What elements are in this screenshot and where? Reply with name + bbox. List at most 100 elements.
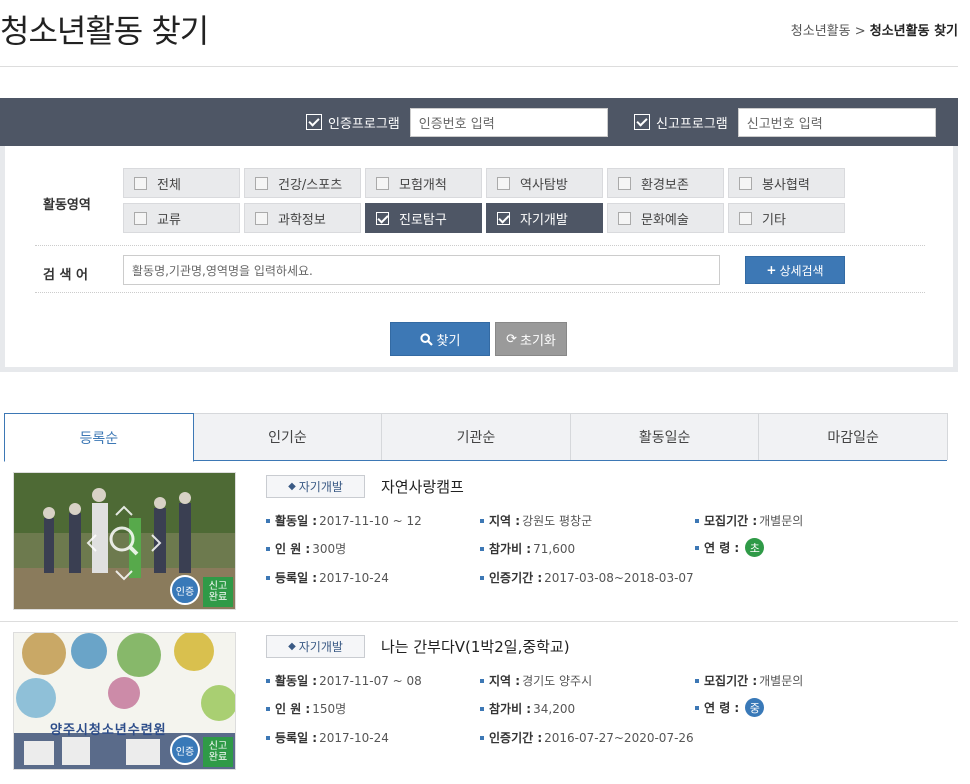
certified-badge: 인증 [170, 735, 200, 765]
age-group: 연 령 : 초 [695, 538, 765, 557]
area-chip-science[interactable]: 과학정보 [244, 203, 361, 233]
chip-label: 기타 [762, 212, 786, 228]
bullet-icon [480, 735, 484, 740]
info-key: 참가비 : [489, 702, 532, 716]
info-value: 개별문의 [759, 514, 804, 528]
info-key: 연 령 : [704, 541, 740, 555]
area-chip-exchange[interactable]: 교류 [123, 203, 240, 233]
bullet-icon [695, 518, 699, 523]
area-chip-etc[interactable]: 기타 [728, 203, 845, 233]
bullet-icon [266, 678, 270, 683]
breadcrumb-parent[interactable]: 청소년활동 > [791, 24, 866, 39]
divider [35, 292, 925, 293]
info-key: 인 원 : [275, 542, 311, 556]
cert-number-input[interactable]: 인증번호 입력 [409, 107, 608, 137]
tab-deadline[interactable]: 마감일순 [758, 413, 948, 460]
bullet-icon [266, 518, 270, 523]
banner-text: 양주시청소년수련원 [50, 723, 167, 738]
category-tag[interactable]: ◆ 자기개발 [266, 635, 365, 658]
chip-label: 환경보존 [641, 177, 689, 193]
report-program-checkbox[interactable] [634, 114, 650, 130]
area-chip-self-development[interactable]: 자기개발 [486, 203, 603, 233]
area-chip-volunteer[interactable]: 봉사협력 [728, 168, 845, 198]
tag-icon: ◆ [288, 641, 296, 652]
activity-thumbnail[interactable]: 양주시청소년수련원 인증 신고 완료 [13, 632, 236, 770]
bullet-icon [695, 545, 699, 550]
tab-activity-date[interactable]: 활동일순 [569, 413, 760, 460]
chip-label: 과학정보 [278, 212, 326, 228]
chip-label: 모험개척 [399, 177, 447, 193]
category-tag[interactable]: ◆ 자기개발 [266, 475, 365, 498]
registered-date: 등록일 :2017-10-24 [266, 729, 389, 746]
area-chip-career[interactable]: 진로탐구 [365, 203, 482, 233]
bullet-icon [695, 705, 699, 710]
result-item: 양주시청소년수련원 인증 신고 완료 ◆ 자기개발 나는 간부다Ⅴ(1박2일,중… [0, 622, 958, 782]
search-icon [419, 332, 433, 346]
reset-button[interactable]: ⟳ 초기화 [495, 322, 567, 356]
capacity: 인 원 :150명 [266, 700, 346, 717]
recruit-period: 모집기간 : 개별문의 [695, 512, 803, 529]
report-number-input[interactable]: 신고번호 입력 [737, 107, 936, 137]
activity-thumbnail[interactable]: 인증 신고 완료 [13, 472, 236, 610]
checkbox-icon [376, 176, 389, 190]
refresh-icon: ⟳ [506, 331, 517, 347]
info-value: 71,600 [533, 541, 576, 556]
keyword-search-input[interactable]: 활동명,기관명,영역명을 입력하세요. [123, 255, 720, 285]
capacity: 인 원 :300명 [266, 540, 346, 557]
category-tag-label: 자기개발 [298, 640, 343, 654]
program-number-bar: 인증프로그램 인증번호 입력 신고프로그램 신고번호 입력 [0, 98, 958, 146]
cert-program-checkbox[interactable] [306, 114, 322, 130]
region: 지역 : 강원도 평창군 [480, 512, 592, 529]
info-key: 활동일 : [275, 514, 318, 528]
search-filter-panel: 활동영역 전체 건강/스포츠 모험개척 역사탐방 환경보존 봉사협력 교류 과학… [0, 146, 958, 372]
area-chip-culture-art[interactable]: 문화예술 [607, 203, 724, 233]
cert-period: 인증기간 :2016-07-27~2020-07-26 [480, 729, 694, 746]
info-value: 2017-11-10 ~ 12 [319, 513, 422, 528]
info-key: 지역 : [489, 674, 521, 688]
tab-organization[interactable]: 기관순 [381, 413, 571, 460]
divider [35, 245, 925, 246]
plus-icon: + [766, 263, 777, 277]
cert-program-group: 인증프로그램 인증번호 입력 [306, 98, 608, 146]
report-complete-badge: 신고 완료 [203, 737, 233, 767]
activity-title[interactable]: 나는 간부다Ⅴ(1박2일,중학교) [381, 636, 570, 657]
tab-registered[interactable]: 등록순 [4, 413, 194, 462]
checkbox-icon [255, 176, 268, 190]
info-key: 지역 : [489, 514, 521, 528]
checkbox-icon [134, 176, 147, 190]
area-chip-history[interactable]: 역사탐방 [486, 168, 603, 198]
tab-popular[interactable]: 인기순 [192, 413, 383, 460]
age-badge: 중 [745, 698, 765, 717]
search-button[interactable]: 찾기 [390, 322, 490, 356]
activity-title[interactable]: 자연사랑캠프 [381, 476, 464, 497]
report-program-group: 신고프로그램 신고번호 입력 [634, 98, 936, 146]
bullet-icon [480, 546, 484, 551]
result-item: 인증 신고 완료 ◆ 자기개발 자연사랑캠프 활동일 :2017-11-10 ~… [0, 462, 958, 622]
info-value: 300명 [312, 542, 347, 556]
registered-date: 등록일 :2017-10-24 [266, 569, 389, 586]
info-key: 인 원 : [275, 702, 311, 716]
page-title: 청소년활동 찾기 [0, 12, 209, 50]
age-group: 연 령 : 중 [695, 698, 765, 717]
detail-search-button[interactable]: + 상세검색 [745, 256, 845, 284]
bullet-icon [480, 678, 484, 683]
area-chip-all[interactable]: 전체 [123, 168, 240, 198]
area-chip-environment[interactable]: 환경보존 [607, 168, 724, 198]
info-value: 2017-03-08~2018-03-07 [544, 570, 694, 585]
cert-period: 인증기간 :2017-03-08~2018-03-07 [480, 569, 694, 586]
area-chip-adventure[interactable]: 모험개척 [365, 168, 482, 198]
info-value: 2016-07-27~2020-07-26 [544, 730, 694, 745]
area-chip-health-sports[interactable]: 건강/스포츠 [244, 168, 361, 198]
info-key: 활동일 : [275, 674, 318, 688]
age-badge: 초 [745, 538, 765, 557]
checkbox-icon [618, 211, 631, 225]
checkbox-icon [497, 176, 510, 190]
bullet-icon [695, 678, 699, 683]
bullet-icon [266, 706, 270, 711]
info-value: 개별문의 [759, 674, 804, 688]
info-key: 모집기간 : [704, 674, 758, 688]
checkbox-icon [255, 211, 268, 225]
checkbox-icon [739, 211, 752, 225]
checkbox-icon [134, 211, 147, 225]
breadcrumb-current: 청소년활동 찾기 [869, 24, 958, 39]
